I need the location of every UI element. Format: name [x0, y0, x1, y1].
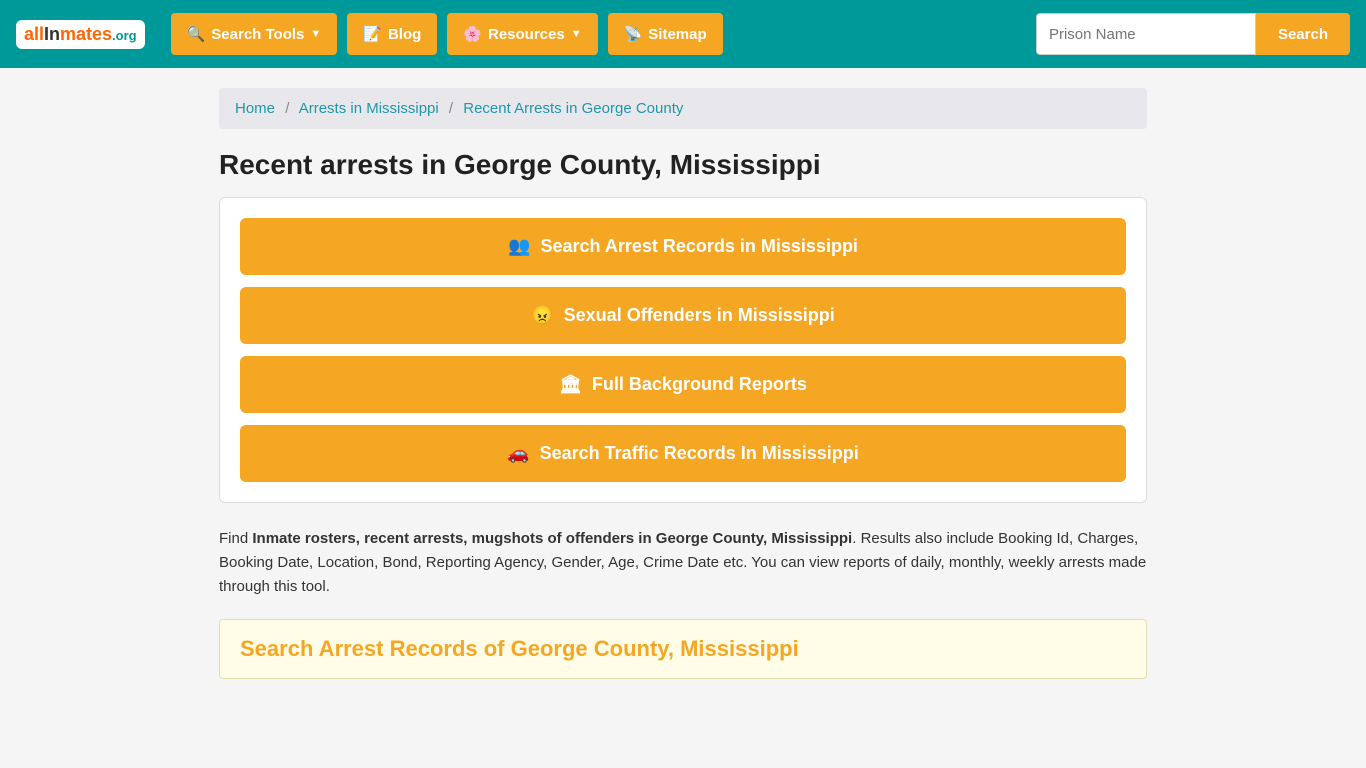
angry-icon: 😠 [531, 305, 553, 326]
resources-icon: 🌸 [463, 25, 482, 43]
description-text: Find Inmate rosters, recent arrests, mug… [219, 527, 1147, 599]
building-icon: 🏛 [559, 374, 582, 395]
navbar: allInmates.org 🔍 Search Tools ▼ 📝 Blog 🌸… [0, 0, 1366, 68]
btn2-label: Sexual Offenders in Mississippi [564, 305, 835, 326]
breadcrumb-current[interactable]: Recent Arrests in George County [463, 100, 683, 117]
search-btn-label: Search [1278, 26, 1328, 43]
sitemap-label: Sitemap [648, 26, 706, 43]
search-tools-icon: 🔍 [187, 25, 206, 43]
logo-in: In [44, 24, 60, 44]
logo-mates: mates [60, 24, 112, 44]
breadcrumb: Home / Arrests in Mississippi / Recent A… [219, 88, 1147, 129]
breadcrumb-home[interactable]: Home [235, 100, 275, 117]
description-bold: Inmate rosters, recent arrests, mugshots… [252, 530, 852, 547]
search-tools-label: Search Tools [211, 26, 304, 43]
search-tools-button[interactable]: 🔍 Search Tools ▼ [171, 13, 338, 55]
main-content: Home / Arrests in Mississippi / Recent A… [203, 68, 1163, 699]
breadcrumb-sep-2: / [449, 100, 453, 117]
resources-button[interactable]: 🌸 Resources ▼ [447, 13, 597, 55]
prison-search-bar: Search [1036, 13, 1350, 55]
breadcrumb-arrests-ms[interactable]: Arrests in Mississippi [299, 100, 439, 117]
site-logo[interactable]: allInmates.org [16, 20, 145, 49]
blog-icon: 📝 [363, 25, 382, 43]
prison-name-input[interactable] [1036, 13, 1256, 55]
full-background-reports-button[interactable]: 🏛 Full Background Reports [240, 356, 1126, 413]
logo-org: .org [112, 28, 137, 43]
prison-search-button[interactable]: Search [1256, 13, 1350, 55]
chevron-down-icon: ▼ [310, 28, 321, 40]
blog-label: Blog [388, 26, 421, 43]
people-icon: 👥 [508, 236, 530, 257]
btn1-label: Search Arrest Records in Mississippi [540, 236, 857, 257]
sitemap-button[interactable]: 📡 Sitemap [608, 13, 723, 55]
description-intro: Find [219, 530, 252, 547]
search-arrest-records-button[interactable]: 👥 Search Arrest Records in Mississippi [240, 218, 1126, 275]
resources-label: Resources [488, 26, 565, 43]
sexual-offenders-button[interactable]: 😠 Sexual Offenders in Mississippi [240, 287, 1126, 344]
btn3-label: Full Background Reports [592, 374, 807, 395]
action-card: 👥 Search Arrest Records in Mississippi 😠… [219, 197, 1147, 503]
blog-button[interactable]: 📝 Blog [347, 13, 437, 55]
breadcrumb-sep-1: / [285, 100, 289, 117]
search-traffic-records-button[interactable]: 🚗 Search Traffic Records In Mississippi [240, 425, 1126, 482]
chevron-down-icon-2: ▼ [571, 28, 582, 40]
bottom-section: Search Arrest Records of George County, … [219, 619, 1147, 679]
logo-all: all [24, 24, 44, 44]
sitemap-icon: 📡 [624, 25, 643, 43]
bottom-heading: Search Arrest Records of George County, … [240, 636, 1126, 662]
btn4-label: Search Traffic Records In Mississippi [540, 443, 859, 464]
page-title: Recent arrests in George County, Mississ… [219, 149, 1147, 181]
car-icon: 🚗 [507, 443, 529, 464]
